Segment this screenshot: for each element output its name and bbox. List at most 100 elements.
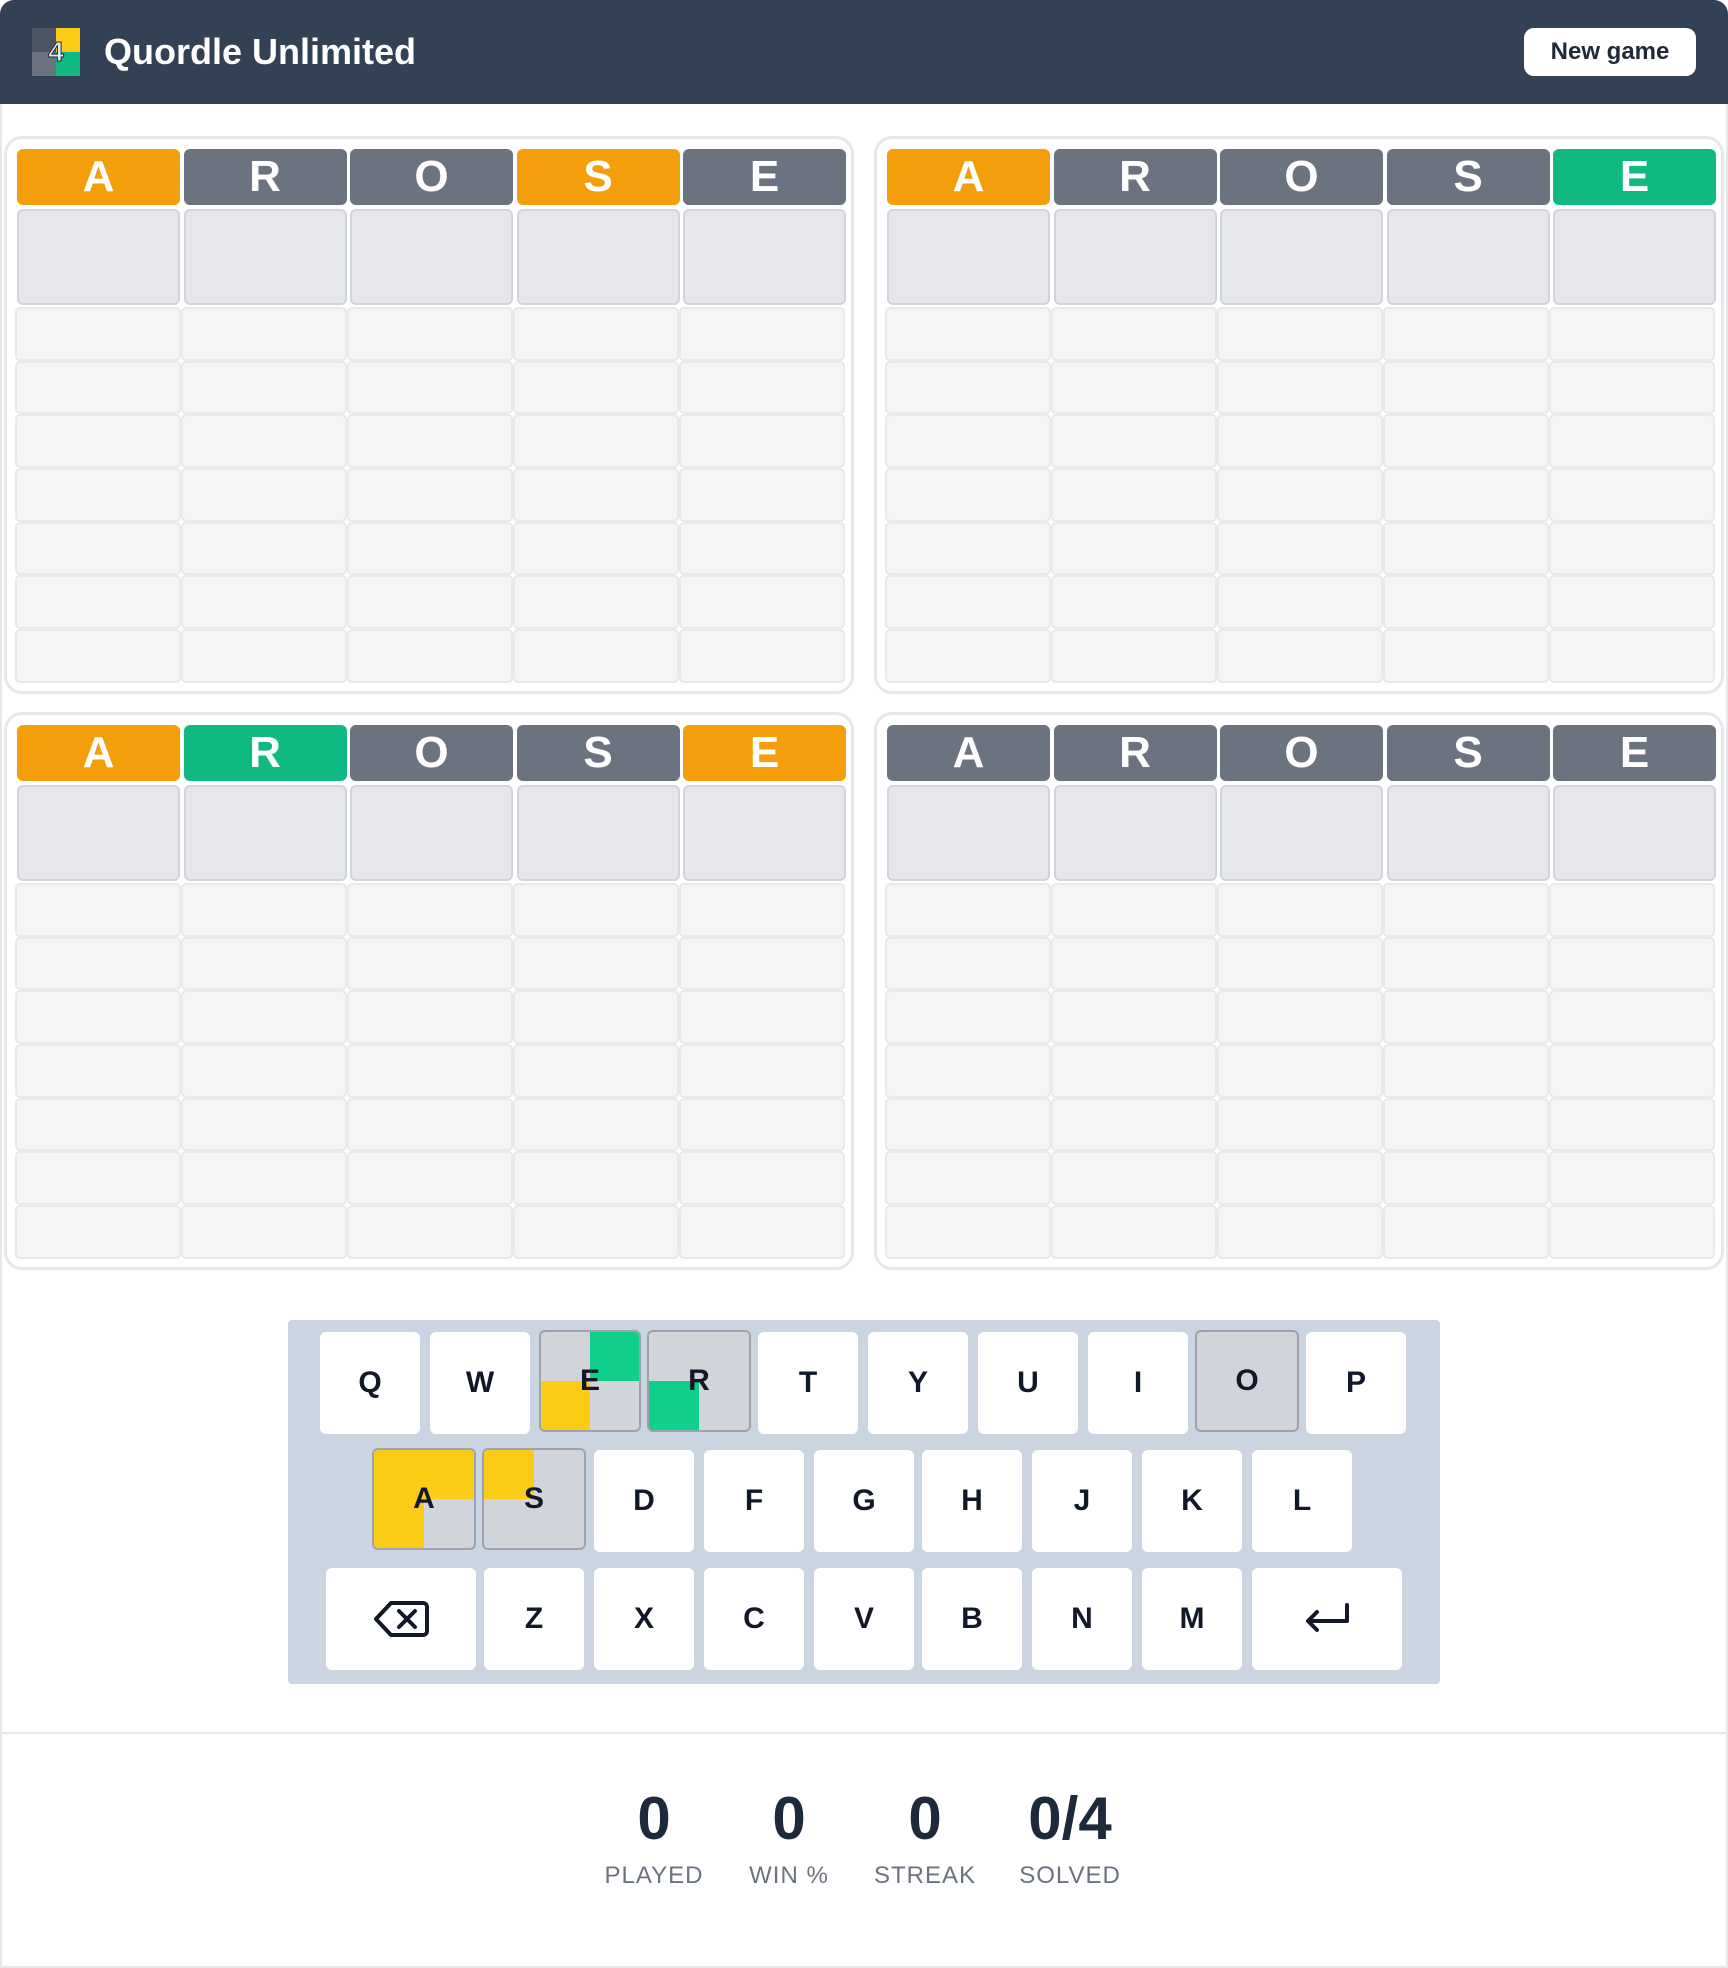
key-y[interactable]: Y [868,1332,968,1434]
empty-cell [1383,990,1549,1045]
key-m[interactable]: M [1142,1568,1242,1670]
empty-cell [513,1097,679,1152]
key-t[interactable]: T [758,1332,858,1434]
empty-cell [1051,936,1217,991]
board-3[interactable]: A R O S E [4,712,854,1270]
empty-cell [1549,307,1715,361]
empty-cell [1549,468,1715,522]
empty-cell [181,1044,347,1098]
empty-cell [347,936,513,991]
empty-cell [885,1097,1051,1152]
empty-cell [1383,883,1549,937]
current-input-cell [887,209,1050,305]
key-e[interactable]: E [539,1330,641,1432]
tile-gray: R [1053,149,1217,205]
current-input-cell [683,785,846,881]
empty-cell [1383,360,1549,415]
key-g[interactable]: G [814,1450,914,1552]
empty-cell [679,1097,845,1152]
empty-cell [1051,1151,1217,1206]
empty-rows [885,307,1715,683]
new-game-button[interactable]: New game [1524,28,1696,76]
current-input-row [17,785,846,881]
empty-cell [1383,936,1549,991]
footer-divider [0,1732,1728,1734]
current-input-row [887,209,1716,305]
enter-key[interactable] [1252,1568,1402,1670]
key-l[interactable]: L [1252,1450,1352,1552]
empty-cell [1217,468,1383,522]
empty-cell [1383,1097,1549,1152]
key-s[interactable]: S [482,1448,586,1550]
key-c[interactable]: C [704,1568,804,1670]
board-4[interactable]: A R O S E [874,712,1724,1270]
empty-cell [679,468,845,522]
empty-cell [1051,1205,1217,1259]
key-d[interactable]: D [594,1450,694,1552]
tile-gray: S [1386,149,1550,205]
empty-cell [181,575,347,630]
key-v[interactable]: V [814,1568,914,1670]
stat-value: 0 [772,1785,806,1852]
empty-cell [1383,307,1549,361]
empty-cell [15,1151,181,1206]
empty-cell [15,990,181,1045]
empty-cell [181,936,347,991]
guess-row: A R O S E [17,149,846,205]
empty-cell [679,1205,845,1259]
empty-cell [15,414,181,469]
empty-cell [1383,1044,1549,1098]
empty-cell [679,990,845,1045]
key-r[interactable]: R [647,1330,751,1432]
key-f[interactable]: F [704,1450,804,1552]
key-z[interactable]: Z [484,1568,584,1670]
board-2[interactable]: A R O S E [874,136,1724,694]
empty-cell [1051,521,1217,576]
key-p[interactable]: P [1306,1332,1406,1434]
empty-cell [1549,990,1715,1045]
empty-cell [1217,575,1383,630]
empty-cell [1217,883,1383,937]
tile-green: E [1553,149,1716,205]
tile-yellow: A [887,149,1050,205]
empty-cell [679,360,845,415]
current-input-cell [1386,209,1550,305]
tile-yellow: A [17,725,180,781]
empty-cell [181,360,347,415]
empty-cell [347,575,513,630]
empty-cell [513,990,679,1045]
stat-label: SOLVED [1019,1862,1121,1889]
empty-cell [1051,990,1217,1045]
key-i[interactable]: I [1088,1332,1188,1434]
key-k[interactable]: K [1142,1450,1242,1552]
empty-cell [885,629,1051,683]
backspace-key[interactable] [326,1568,476,1670]
empty-rows [15,883,845,1259]
key-o[interactable]: O [1195,1330,1299,1432]
empty-cell [347,629,513,683]
empty-cell [15,936,181,991]
key-h[interactable]: H [922,1450,1022,1552]
board-1[interactable]: A R O S E [4,136,854,694]
empty-cell [15,360,181,415]
tile-yellow: S [516,149,680,205]
empty-cell [885,307,1051,361]
empty-cell [679,883,845,937]
key-a[interactable]: A [372,1448,476,1550]
empty-cell [1217,1151,1383,1206]
empty-cell [347,883,513,937]
empty-cell [1051,414,1217,469]
key-j[interactable]: J [1032,1450,1132,1552]
key-x[interactable]: X [594,1568,694,1670]
empty-cell [1051,1097,1217,1152]
empty-cell [1383,575,1549,630]
empty-cell [1217,936,1383,991]
empty-cell [1383,1205,1549,1259]
key-w[interactable]: W [430,1332,530,1434]
empty-cell [1549,1044,1715,1098]
key-n[interactable]: N [1032,1568,1132,1670]
key-u[interactable]: U [978,1332,1078,1434]
key-b[interactable]: B [922,1568,1022,1670]
key-q[interactable]: Q [320,1332,420,1434]
empty-cell [347,360,513,415]
